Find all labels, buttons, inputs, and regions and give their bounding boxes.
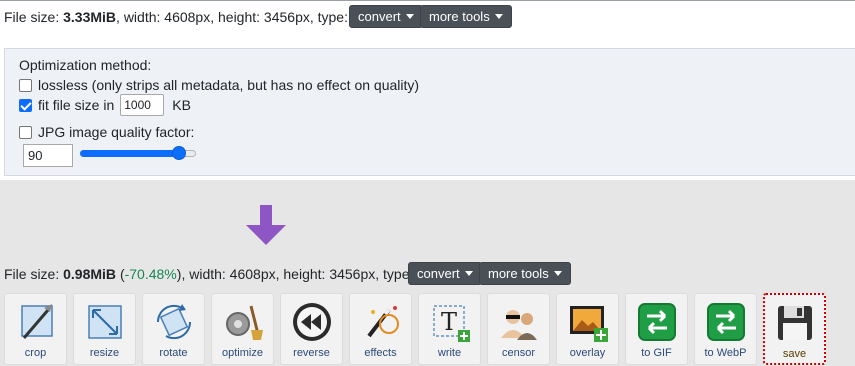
optimize-icon (225, 305, 263, 340)
fit-size-checkbox[interactable] (19, 98, 32, 112)
caret-down-icon (464, 271, 473, 276)
original-file-details: , width: 4608px, height: 3456px, type: j… (116, 9, 371, 25)
fit-size-label: fit file size in (38, 97, 115, 113)
convert-button-label: convert (358, 9, 401, 24)
effects-icon (366, 306, 399, 338)
convert-button[interactable]: convert (349, 5, 423, 28)
to-gif-button[interactable]: to GIF (625, 293, 688, 365)
optimize-button[interactable]: optimize (211, 293, 274, 365)
more-tools-button[interactable]: more tools (420, 5, 512, 28)
reverse-icon (292, 303, 331, 341)
optimization-title: Optimization method: (19, 57, 152, 73)
original-file-info: File size: 3.33MiB, width: 4608px, heigh… (4, 7, 371, 27)
file-size-label: File size: (4, 9, 60, 25)
to-gif-label: to GIF (641, 347, 672, 359)
save-button[interactable]: save (763, 293, 826, 365)
crop-label: crop (24, 347, 47, 359)
quality-input[interactable]: 90 (23, 144, 73, 167)
crop-button[interactable]: crop (4, 293, 67, 365)
result-file-info: File size: 0.98MiB (-70.48%), width: 460… (4, 264, 436, 284)
reverse-label: reverse (293, 347, 330, 359)
optimize-label: optimize (222, 347, 263, 359)
lossless-checkbox[interactable] (19, 78, 32, 92)
quality-checkbox[interactable] (19, 125, 32, 139)
more-tools-button-label: more tools (429, 9, 490, 24)
slider-thumb[interactable] (172, 146, 186, 160)
to-webp-button[interactable]: to WebP (694, 293, 757, 365)
save-icon (777, 306, 812, 340)
reverse-button[interactable]: reverse (280, 293, 343, 365)
fit-size-input[interactable]: 1000 (120, 94, 165, 116)
rotate-icon (156, 304, 191, 340)
result-more-tools-button[interactable]: more tools (479, 262, 571, 285)
lossless-label: lossless (only strips all metadata, but … (38, 77, 420, 93)
fit-size-unit: KB (172, 97, 191, 113)
resize-label: resize (89, 347, 120, 359)
save-label: save (782, 348, 807, 360)
result-convert-button[interactable]: convert (408, 262, 482, 285)
write-button[interactable]: T write (418, 293, 481, 365)
result-convert-label: convert (417, 266, 460, 281)
result-file-details: , width: 4608px, height: 3456px, type: j… (181, 266, 436, 282)
to-webp-icon (706, 303, 745, 341)
quality-slider[interactable] (80, 146, 196, 160)
result-more-tools-label: more tools (488, 266, 549, 281)
rotate-label: rotate (159, 347, 188, 359)
overlay-label: overlay (569, 347, 606, 359)
fit-size-option[interactable]: fit file size in 1000 KB (19, 94, 191, 116)
resize-button[interactable]: resize (73, 293, 136, 365)
top-divider (0, 0, 855, 1)
result-size-label: File size: (4, 266, 60, 282)
result-file-size: 0.98MiB (63, 266, 117, 282)
censor-button[interactable]: censor (487, 293, 550, 365)
svg-text:T: T (440, 308, 456, 336)
write-label: write (437, 347, 462, 359)
resize-icon (87, 305, 122, 339)
caret-down-icon (553, 271, 562, 276)
censor-icon (500, 310, 537, 340)
quality-option[interactable]: JPG image quality factor: (19, 123, 194, 141)
rotate-button[interactable]: rotate (142, 293, 205, 365)
quality-label: JPG image quality factor: (38, 124, 195, 140)
arrow-down-icon (246, 205, 286, 245)
overlay-icon (569, 306, 608, 342)
effects-button[interactable]: effects (349, 293, 412, 365)
crop-icon (20, 304, 53, 339)
write-icon: T (432, 305, 470, 342)
optimization-panel: Optimization method: lossless (only stri… (4, 48, 855, 176)
effects-label: effects (364, 347, 397, 359)
tool-buttons: crop resize rotate optimize reverse effe… (4, 293, 826, 365)
to-gif-icon (637, 303, 676, 341)
slider-fill (80, 150, 179, 157)
to-webp-label: to WebP (704, 347, 747, 359)
lossless-option[interactable]: lossless (only strips all metadata, but … (19, 76, 419, 94)
caret-down-icon (494, 14, 503, 19)
overlay-button[interactable]: overlay (556, 293, 619, 365)
size-reduction: -70.48% (124, 266, 177, 282)
original-file-size: 3.33MiB (63, 9, 117, 25)
caret-down-icon (405, 14, 414, 19)
censor-label: censor (501, 347, 536, 359)
